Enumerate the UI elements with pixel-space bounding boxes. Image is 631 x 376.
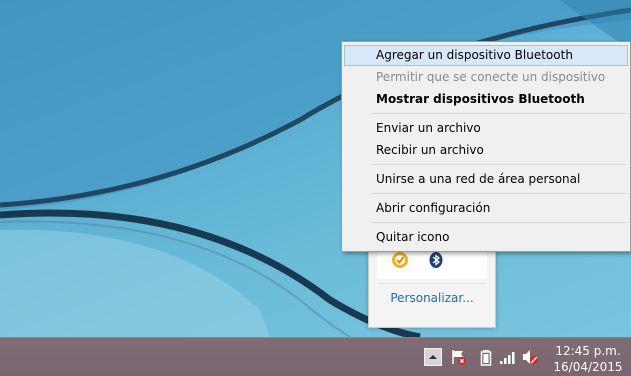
system-clock[interactable]: 12:45 p.m. 16/04/2015 (548, 343, 628, 375)
customize-link[interactable]: Personalizar... (369, 291, 495, 305)
menu-separator (372, 193, 626, 194)
menu-item-send-file[interactable]: Enviar un archivo (344, 118, 628, 139)
action-center-flag-icon[interactable] (450, 348, 468, 366)
show-hidden-icons-button[interactable] (424, 348, 442, 366)
bluetooth-icon[interactable] (427, 251, 445, 269)
menu-item-add-bluetooth-device[interactable]: Agregar un dispositivo Bluetooth (344, 45, 628, 66)
menu-separator (372, 222, 626, 223)
bluetooth-context-menu: Agregar un dispositivo Bluetooth Permiti… (341, 41, 631, 252)
menu-item-remove-icon[interactable]: Quitar icono (344, 227, 628, 248)
volume-muted-icon[interactable] (521, 348, 539, 366)
clock-date: 16/04/2015 (553, 360, 623, 374)
menu-item-allow-device-connect[interactable]: Permitir que se conecte un dispositivo (344, 67, 628, 88)
menu-separator (372, 113, 626, 114)
menu-item-join-pan[interactable]: Unirse a una red de área personal (344, 169, 628, 190)
menu-separator (372, 164, 626, 165)
battery-icon[interactable] (477, 348, 495, 366)
norton-security-icon[interactable] (391, 251, 409, 269)
clock-time: 12:45 p.m. (555, 344, 621, 358)
taskbar: 12:45 p.m. 16/04/2015 (0, 337, 631, 376)
chevron-up-icon (429, 355, 437, 359)
menu-item-show-bluetooth-devices[interactable]: Mostrar dispositivos Bluetooth (344, 89, 628, 110)
network-signal-icon[interactable] (499, 348, 517, 366)
menu-item-receive-file[interactable]: Recibir un archivo (344, 140, 628, 161)
menu-item-open-settings[interactable]: Abrir configuración (344, 198, 628, 219)
popup-divider (377, 283, 487, 284)
